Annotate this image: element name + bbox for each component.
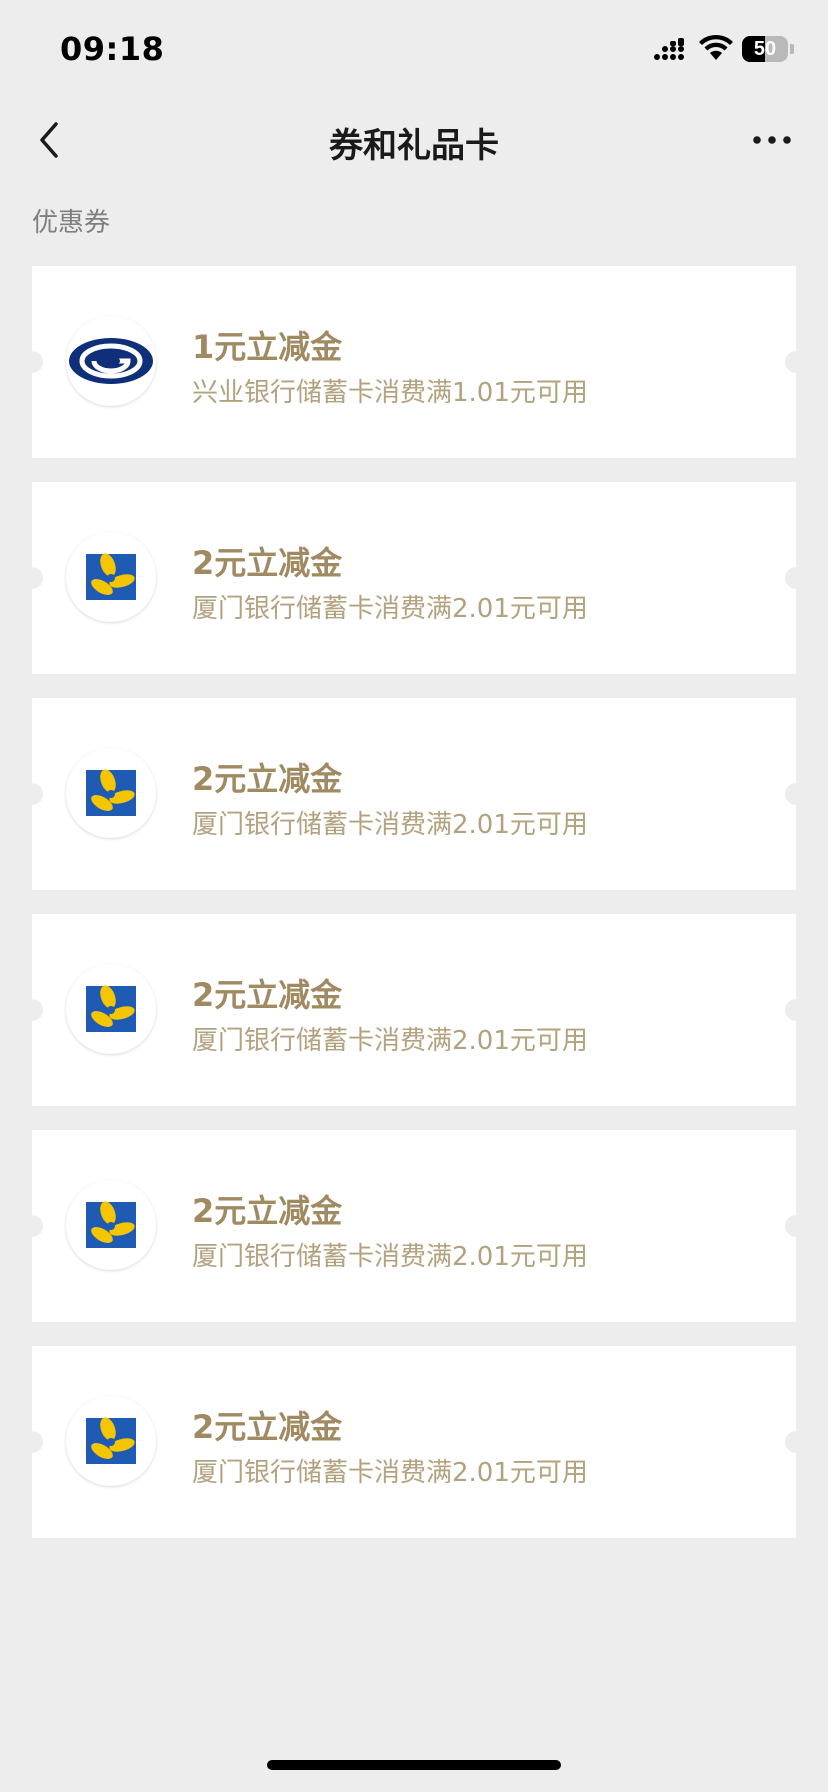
coupon-title: 2元立减金 xyxy=(192,976,343,1014)
coupon-desc: 兴业银行储蓄卡消费满1.01元可用 xyxy=(192,378,588,408)
card-notch-left xyxy=(21,999,43,1021)
bank-logo xyxy=(66,1396,156,1486)
bank-logo xyxy=(66,316,156,406)
more-button[interactable] xyxy=(744,110,800,170)
home-indicator[interactable] xyxy=(267,1760,561,1770)
card-notch-right xyxy=(785,567,807,589)
coupon-card[interactable]: 2元立减金厦门银行储蓄卡消费满2.01元可用 xyxy=(21,698,807,890)
cellular-signal-icon xyxy=(654,38,684,60)
card-notch-right xyxy=(785,1431,807,1453)
card-notch-right xyxy=(785,1215,807,1237)
card-notch-left xyxy=(21,567,43,589)
status-bar: 09:18 50 xyxy=(0,0,828,100)
coupon-desc: 厦门银行储蓄卡消费满2.01元可用 xyxy=(192,1242,588,1272)
battery-cap xyxy=(790,44,794,54)
bank-logo xyxy=(66,748,156,838)
coupon-desc: 厦门银行储蓄卡消费满2.01元可用 xyxy=(192,594,588,624)
coupon-title: 2元立减金 xyxy=(192,1408,343,1446)
card-notch-left xyxy=(21,1215,43,1237)
xiamen-bank-logo-icon xyxy=(86,1417,136,1464)
card-notch-right xyxy=(785,783,807,805)
card-notch-right xyxy=(785,999,807,1021)
status-time: 09:18 xyxy=(60,30,165,68)
coupon-title: 1元立减金 xyxy=(192,328,343,366)
cib-bank-logo-icon xyxy=(69,338,153,384)
coupon-card[interactable]: 2元立减金厦门银行储蓄卡消费满2.01元可用 xyxy=(21,914,807,1106)
xiamen-bank-logo-icon xyxy=(86,769,136,816)
page-title: 券和礼品卡 xyxy=(329,126,499,166)
more-dots-icon xyxy=(753,136,791,144)
card-notch-right xyxy=(785,351,807,373)
card-notch-left xyxy=(21,1431,43,1453)
coupon-card[interactable]: 2元立减金厦门银行储蓄卡消费满2.01元可用 xyxy=(21,1346,807,1538)
coupon-desc: 厦门银行储蓄卡消费满2.01元可用 xyxy=(192,810,588,840)
bank-logo xyxy=(66,964,156,1054)
section-title: 优惠券 xyxy=(32,208,111,238)
bank-logo xyxy=(66,532,156,622)
coupon-desc: 厦门银行储蓄卡消费满2.01元可用 xyxy=(192,1026,588,1056)
battery-level: 50 xyxy=(753,38,777,60)
coupon-card[interactable]: 2元立减金厦门银行储蓄卡消费满2.01元可用 xyxy=(21,482,807,674)
wifi-icon xyxy=(699,34,733,60)
nav-bar: 券和礼品卡 xyxy=(0,100,828,180)
coupon-title: 2元立减金 xyxy=(192,760,343,798)
coupon-card[interactable]: 2元立减金厦门银行储蓄卡消费满2.01元可用 xyxy=(21,1130,807,1322)
battery-icon: 50 xyxy=(742,36,788,62)
xiamen-bank-logo-icon xyxy=(86,553,136,600)
coupon-desc: 厦门银行储蓄卡消费满2.01元可用 xyxy=(192,1458,588,1488)
xiamen-bank-logo-icon xyxy=(86,985,136,1032)
coupon-title: 2元立减金 xyxy=(192,1192,343,1230)
coupon-card[interactable]: 1元立减金兴业银行储蓄卡消费满1.01元可用 xyxy=(21,266,807,458)
bank-logo xyxy=(66,1180,156,1270)
card-notch-left xyxy=(21,351,43,373)
coupon-list: 1元立减金 兴业银行储蓄卡消费满1.01元可用 2元立减金 厦门银行储蓄卡消费满2.… xyxy=(21,266,807,1562)
card-notch-left xyxy=(21,783,43,805)
coupon-title: 2元立减金 xyxy=(192,544,343,582)
xiamen-bank-logo-icon xyxy=(86,1201,136,1248)
